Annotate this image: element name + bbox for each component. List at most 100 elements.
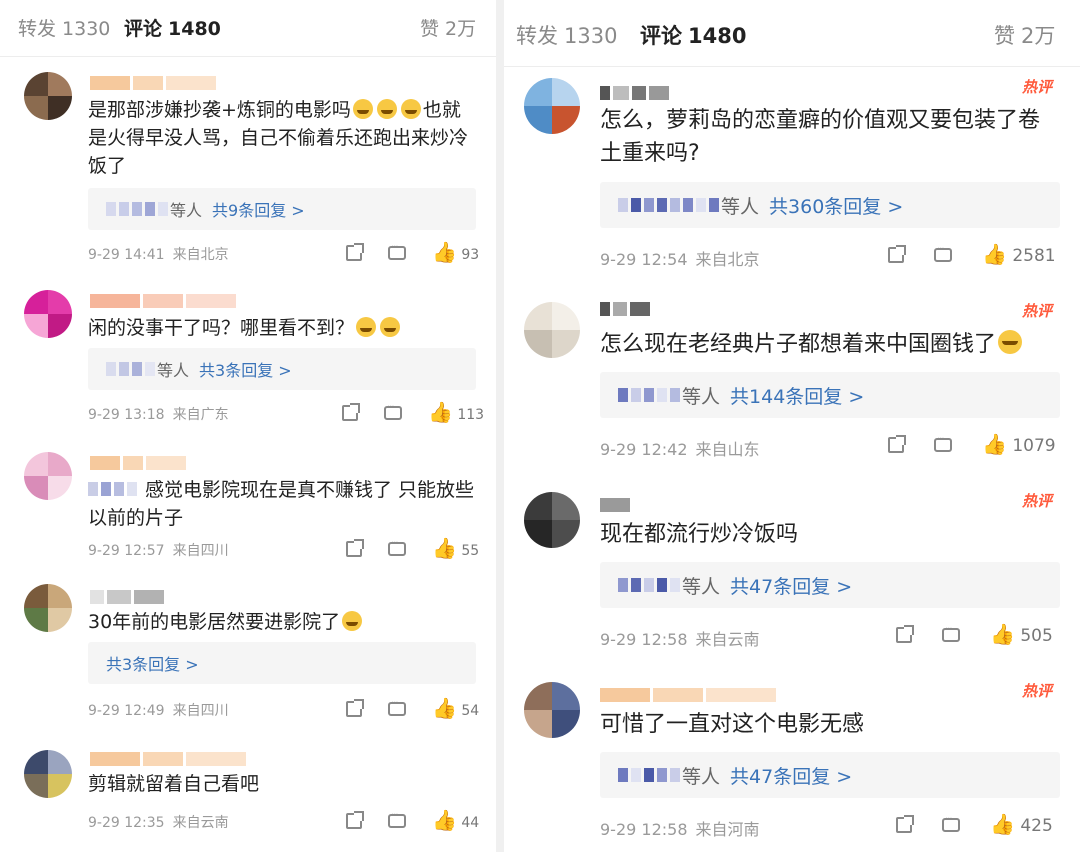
avatar[interactable]: [24, 452, 72, 500]
comment-text-part1: 是那部涉嫌抄袭+炼铜的电影吗: [88, 99, 351, 121]
like-button[interactable]: 👍 113: [428, 402, 484, 423]
comment-meta: 9-29 12:58 来自云南: [600, 626, 760, 650]
avatar[interactable]: [524, 302, 580, 358]
comment-time: 9-29 12:58: [600, 630, 688, 649]
avatar[interactable]: [524, 682, 580, 738]
comment-text: 是那部涉嫌抄袭+炼铜的电影吗 也就是火得早没人骂，自己不偷着乐还跑出来炒冷饭了: [88, 96, 478, 180]
tab-repost[interactable]: 转发 1330: [18, 14, 110, 41]
comment-count: 1480: [168, 18, 221, 40]
avatar[interactable]: [524, 492, 580, 548]
share-icon[interactable]: [888, 245, 906, 263]
comment-icon[interactable]: [934, 244, 952, 262]
comment-text: 30年前的电影居然要进影院了: [88, 608, 478, 636]
like-button[interactable]: 👍 505: [990, 624, 1053, 646]
reply-users-blurred: [106, 362, 155, 376]
like-button[interactable]: 👍 2581: [982, 244, 1056, 266]
reply-link[interactable]: 共9条回复 >: [212, 197, 305, 221]
reply-summary[interactable]: 等人 共360条回复 >: [600, 182, 1060, 228]
hot-comment-badge: 热评: [1022, 682, 1053, 700]
reply-summary[interactable]: 等人 共144条回复 >: [600, 372, 1060, 418]
reply-link[interactable]: 共47条回复 >: [730, 572, 852, 599]
comment-actions: 👍 2581: [888, 244, 1056, 266]
username-blurred[interactable]: [600, 86, 669, 100]
comment-meta: 9-29 12:49 来自四川: [88, 700, 229, 720]
reply-summary[interactable]: 等人 共3条回复 >: [88, 348, 476, 390]
reply-who: 等人: [682, 575, 721, 598]
reply-who: 等人: [157, 361, 190, 380]
comment-icon[interactable]: [942, 814, 960, 832]
like-count: 55: [461, 543, 480, 559]
reply-link[interactable]: 共360条回复 >: [769, 192, 903, 219]
comment-icon[interactable]: [388, 242, 406, 260]
username-blurred[interactable]: [600, 688, 776, 702]
like-button[interactable]: 👍 44: [432, 810, 479, 831]
username-blurred[interactable]: [600, 302, 650, 316]
reply-link[interactable]: 共3条回复 >: [106, 651, 199, 675]
reply-link[interactable]: 共47条回复 >: [730, 762, 852, 789]
comment-icon[interactable]: [384, 402, 402, 420]
comment-actions: 👍 425: [896, 814, 1053, 836]
reply-summary[interactable]: 共3条回复 >: [88, 642, 476, 684]
thumbs-up-icon: 👍: [432, 696, 457, 720]
share-icon[interactable]: [896, 625, 914, 643]
like-button[interactable]: 👍 425: [990, 814, 1053, 836]
comment-time: 9-29 12:54: [600, 250, 688, 269]
like-button[interactable]: 👍 1079: [982, 434, 1056, 456]
like-count: 2万: [1021, 24, 1056, 48]
tab-like[interactable]: 赞 2万: [994, 20, 1055, 50]
like-button[interactable]: 👍 93: [432, 242, 479, 263]
tab-comment-label: 评论: [124, 18, 163, 40]
username-blurred[interactable]: [600, 498, 630, 512]
username-blurred[interactable]: [90, 294, 236, 308]
username-blurred[interactable]: [90, 590, 164, 604]
avatar[interactable]: [24, 290, 72, 338]
thumbs-up-icon: 👍: [432, 536, 457, 560]
username-blurred[interactable]: [90, 76, 216, 90]
like-count: 1079: [1012, 436, 1056, 456]
reply-summary[interactable]: 等人 共47条回复 >: [600, 752, 1060, 798]
comment-icon[interactable]: [388, 538, 406, 556]
username-blurred[interactable]: [90, 752, 246, 766]
thumbs-up-icon: 👍: [990, 622, 1015, 646]
avatar[interactable]: [24, 750, 72, 798]
share-icon[interactable]: [346, 538, 364, 557]
comment-icon[interactable]: [942, 624, 960, 642]
like-button[interactable]: 👍 55: [432, 538, 479, 559]
comment-meta: 9-29 12:35 来自云南: [88, 812, 229, 832]
thumbs-up-icon: 👍: [982, 242, 1007, 266]
comment-meta: 9-29 12:57 来自四川: [88, 540, 229, 560]
avatar[interactable]: [24, 584, 72, 632]
like-button[interactable]: 👍 54: [432, 698, 479, 719]
reply-summary[interactable]: 等人 共47条回复 >: [600, 562, 1060, 608]
tab-like[interactable]: 赞 2万: [420, 14, 476, 41]
thumbs-up-icon: 👍: [428, 400, 453, 424]
reply-summary[interactable]: 等人 共9条回复 >: [88, 188, 476, 230]
crying-emoji-icon: [380, 317, 401, 337]
username-blurred[interactable]: [90, 456, 186, 470]
hot-comment-badge: 热评: [1022, 492, 1053, 510]
share-icon[interactable]: [346, 698, 364, 717]
comment-location: 来自广东: [172, 407, 229, 423]
reply-link[interactable]: 共144条回复 >: [730, 382, 864, 409]
share-icon[interactable]: [342, 402, 360, 421]
reply-link[interactable]: 共3条回复 >: [199, 357, 292, 381]
comment-icon[interactable]: [388, 810, 406, 828]
tab-comment[interactable]: 评论 1480: [640, 20, 746, 50]
share-icon[interactable]: [346, 242, 364, 261]
share-icon[interactable]: [888, 435, 906, 453]
reply-who: 等人: [682, 385, 721, 408]
share-icon[interactable]: [346, 810, 364, 829]
comment-text: 怎么，萝莉岛的恋童癖的价值观又要包装了卷土重来吗?: [600, 104, 1060, 170]
comment-actions: 👍 93: [346, 242, 479, 263]
tab-comment[interactable]: 评论 1480: [124, 14, 221, 41]
thumbs-up-icon: 👍: [432, 808, 457, 832]
comment-icon[interactable]: [388, 698, 406, 716]
comment-icon[interactable]: [934, 434, 952, 452]
avatar[interactable]: [524, 78, 580, 134]
tab-bar: 转发 1330 评论 1480 赞 2万: [0, 0, 496, 57]
comment-actions: 👍 1079: [888, 434, 1056, 456]
avatar[interactable]: [24, 72, 72, 120]
tab-repost[interactable]: 转发 1330: [516, 20, 617, 50]
like-count: 93: [461, 247, 480, 263]
share-icon[interactable]: [896, 815, 914, 833]
